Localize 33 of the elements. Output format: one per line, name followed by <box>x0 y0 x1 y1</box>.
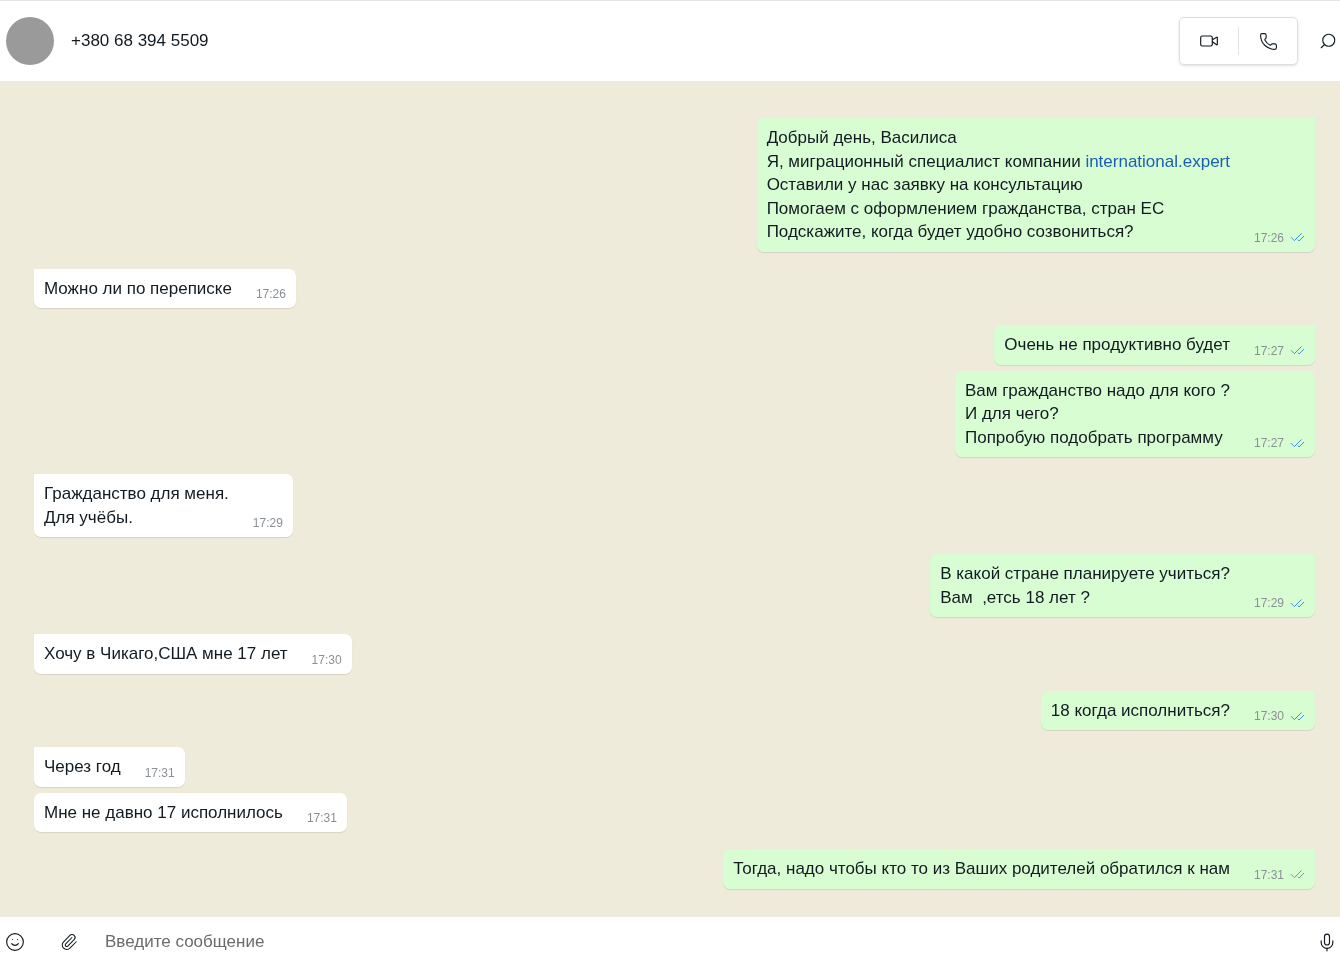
phone-icon <box>1258 31 1278 51</box>
message-time: 17:29 <box>1253 595 1284 612</box>
message-time: 17:26 <box>1253 229 1284 247</box>
message-text: Мне не давно 17 исполнилось <box>44 801 283 824</box>
message-text: Тогда, надо чтобы кто то из Ваших родителей обратился к нам <box>733 858 1230 880</box>
message-time: 17:27 <box>1253 435 1284 452</box>
message-text: 18 когда исполниться? <box>1050 699 1230 722</box>
message-text: Добрый день, Василиса Я, миграционный специалист компании international.expert Оставили у нас заявку на консультацию Помогаем с оформлением гражданства, стран ЕС Подскажите, когда будет удобно созвониться? <box>766 127 1230 243</box>
message-text: Гражданство для меня. Для учёбы. <box>44 483 229 529</box>
search-icon <box>1319 32 1337 50</box>
message-time: 17:30 <box>1253 708 1284 725</box>
message-time: 17:26 <box>255 286 286 303</box>
contact-avatar[interactable] <box>6 17 54 65</box>
paperclip-icon <box>60 933 78 951</box>
message-input[interactable]: Введите сообщение <box>105 929 1317 955</box>
message-time: 17:31 <box>1253 866 1284 884</box>
emoji-button[interactable] <box>5 932 25 952</box>
message-time: 17:29 <box>252 515 283 532</box>
message-text: В какой стране планируете учиться? Вам ,етсь 18 лет ? <box>940 563 1230 609</box>
contact-name: +380 68 394 5509 <box>71 30 209 53</box>
smiley-icon <box>5 932 25 952</box>
attach-button[interactable] <box>59 932 79 952</box>
search-button[interactable] <box>1318 31 1338 51</box>
message-time: 17:30 <box>311 651 342 669</box>
message-text: Можно ли по переписке <box>44 277 232 300</box>
message-time: 17:31 <box>306 810 337 827</box>
message-time: 17:31 <box>144 764 175 782</box>
message-text: Вам гражданство надо для кого ? И для чего? Попробую подобрать программу <box>964 379 1230 449</box>
message-text: Через год <box>44 756 121 778</box>
message-link[interactable]: international.expert <box>1085 151 1230 171</box>
message-time: 17:27 <box>1253 342 1284 360</box>
message-text: Очень не продуктивно будет <box>1004 334 1230 356</box>
message-text: Хочу в Чикаго,США мне 17 лет <box>44 643 288 665</box>
